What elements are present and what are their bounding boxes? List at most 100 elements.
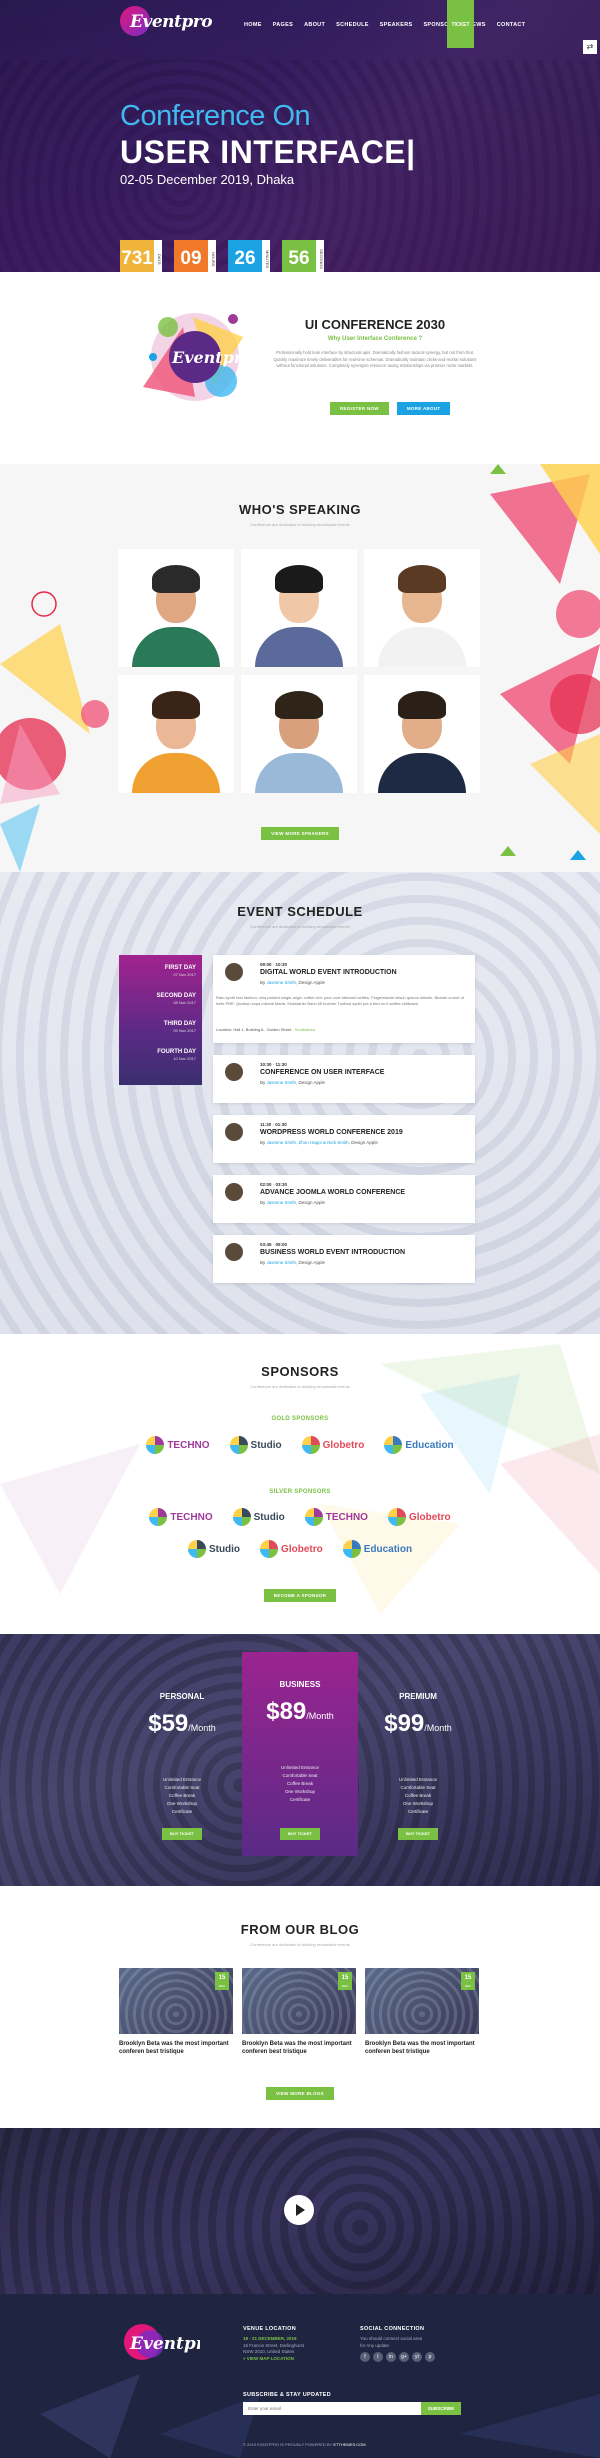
countdown-hours: 09 HOURS [174, 240, 216, 272]
sponsor-logo[interactable]: TECHNO [149, 1506, 213, 1528]
sponsor-logo[interactable]: Studio [232, 1506, 285, 1528]
schedule-event[interactable]: 02:00 - 03:30 ADVANCE JOOMLA WORLD CONFER… [213, 1175, 475, 1223]
nav-item-speakers[interactable]: SPEAKERS [380, 22, 413, 28]
linkedin-icon[interactable]: in [386, 2352, 396, 2362]
plan-feature: Unlimited Entrance [398, 1777, 438, 1782]
schedule-event[interactable]: 09:00 - 10:30 DIGITAL WORLD EVENT INTRODU… [213, 955, 475, 1043]
become-sponsor-button[interactable]: BECOME A SPONSOR [263, 1589, 337, 1602]
nav-item-home[interactable]: HOME [244, 22, 262, 28]
speaker-card[interactable] [364, 549, 480, 667]
blog-post-image[interactable]: 15 DEC [242, 1968, 356, 2034]
plan-name: BUSINESS [279, 1680, 321, 1689]
subscribe-button[interactable]: SUBSCRIBE [421, 2402, 461, 2415]
copyright: © 2019 EVENTPRO IS PROUDLY POWERED BY ET… [243, 2442, 366, 2447]
sponsor-logo[interactable]: Studio [187, 1538, 240, 1560]
sponsor-name: Globetro [408, 1511, 451, 1523]
sponsor-logo[interactable]: TECHNO [304, 1506, 368, 1528]
plan-feature: Coffee Break [168, 1793, 196, 1798]
speaker-card[interactable] [364, 675, 480, 793]
nav-item-pages[interactable]: PAGES [273, 22, 293, 28]
countdown-unit: HOURS [208, 240, 216, 272]
blog-post-title[interactable]: Brooklyn Beta was the most important con… [242, 2040, 356, 2056]
blog-section: FROM OUR BLOG Conference are dedicated t… [0, 1886, 600, 2128]
countdown-value: 56 [282, 240, 316, 272]
countdown-unit: MINUTES [262, 240, 270, 272]
schedule-event[interactable]: 11:30 - 01:30 WORDPRESS WORLD CONFERENCE … [213, 1115, 475, 1163]
blog-post-image[interactable]: 15 DEC [119, 1968, 233, 2034]
blog-post[interactable]: 15 DEC Brooklyn Beta was the most importan… [242, 1968, 356, 2056]
blog-post[interactable]: 15 DEC Brooklyn Beta was the most importan… [119, 1968, 233, 2056]
footer-logo[interactable]: Eventpro [120, 2322, 200, 2364]
schedule-event[interactable]: 10:30 - 11:30 CONFERENCE ON USER INTERFAC… [213, 1055, 475, 1103]
plan-name: PREMIUM [399, 1692, 437, 1701]
nav-item-schedule[interactable]: SCHEDULE [336, 22, 369, 28]
nav-item-contact[interactable]: CONTACT [497, 22, 526, 28]
plan-feature: Comfortable Seat [164, 1785, 200, 1790]
speaker-card[interactable] [241, 675, 357, 793]
sponsors-subtitle: Conference are dedicated to building rem… [250, 1384, 350, 1389]
sponsor-mark-icon [260, 1540, 279, 1558]
event-speakers: By Jasmine Smith, Design Apple [260, 980, 326, 985]
speaker-card[interactable] [241, 549, 357, 667]
play-video-icon[interactable] [284, 2195, 314, 2225]
sponsor-mark-icon [387, 1508, 406, 1526]
blog-post-title[interactable]: Brooklyn Beta was the most important con… [119, 2040, 233, 2056]
sponsor-logo[interactable]: Globetro [387, 1506, 451, 1528]
copyright-link[interactable]: ETTHEMES.COM [333, 2442, 365, 2447]
pinterest-icon[interactable]: p [425, 2352, 435, 2362]
view-more-speakers-button[interactable]: VIEW MORE SPEAKERS [261, 827, 339, 840]
pricing-plan-personal: PERSONAL $59/Month Unlimited Entrance Comfo… [124, 1664, 240, 1856]
sponsor-name: TECHNO [170, 1511, 213, 1523]
plan-price: $89/Month [266, 1698, 334, 1725]
sponsor-logo[interactable]: Education [384, 1434, 454, 1456]
register-now-button[interactable]: REGISTER NOW [330, 402, 389, 415]
main-navigation: Eventpro HOME PAGES ABOUT SCHEDULE SPEAKERS S… [0, 0, 600, 50]
day-tab-3[interactable]: THIRD DAY 09 Nov 2017 [119, 1021, 202, 1033]
facebook-icon[interactable]: f [360, 2352, 370, 2362]
buy-ticket-button[interactable]: BUY TICKET [398, 1828, 438, 1840]
event-location: Location: Hall 1, Building A , Golden St… [216, 1027, 315, 1032]
plan-name: PERSONAL [159, 1692, 205, 1701]
buy-ticket-button[interactable]: BUY TICKET [162, 1828, 202, 1840]
google-plus-icon[interactable]: g+ [399, 2352, 409, 2362]
view-map-link[interactable]: » VIEW MAP LOCATION [243, 2356, 294, 2361]
day-tab-1[interactable]: FIRST DAY 07 Nov 2017 [119, 965, 202, 977]
speaker-avatar [225, 963, 243, 981]
buy-ticket-button[interactable]: BUY TICKET [280, 1828, 320, 1840]
about-section: Eventpro UI CONFERENCE 2030 Why User Int… [0, 272, 600, 464]
plan-price: $59/Month [148, 1710, 216, 1737]
sponsor-mark-icon [384, 1436, 403, 1454]
blog-post-title[interactable]: Brooklyn Beta was the most important con… [365, 2040, 479, 2056]
twitter-icon[interactable]: t [373, 2352, 383, 2362]
sponsor-logo[interactable]: Studio [229, 1434, 282, 1456]
speaker-avatar [225, 1063, 243, 1081]
speaker-card[interactable] [118, 675, 234, 793]
sponsor-logo[interactable]: Globetro [301, 1434, 364, 1456]
more-about-button[interactable]: MORE ABOUT [396, 402, 451, 415]
day-tab-2[interactable]: SECOND DAY 08 Nov 2017 [119, 993, 202, 1005]
speaker-avatar [225, 1123, 243, 1141]
pricing-plan-premium: PREMIUM $99/Month Unlimited Entrance Comfor… [360, 1664, 476, 1856]
nav-item-about[interactable]: ABOUT [304, 22, 325, 28]
sponsor-logo[interactable]: Globetro [260, 1538, 323, 1560]
view-more-blogs-button[interactable]: VIEW MORE BLOGS [265, 2087, 334, 2100]
day-tab-4[interactable]: FOURTH DAY 10 Nov 2017 [119, 1049, 202, 1061]
silver-sponsors-heading: SILVER SPONSORS [269, 1489, 331, 1495]
plan-feature: Certificate [289, 1797, 311, 1802]
blog-post[interactable]: 15 DEC Brooklyn Beta was the most importan… [365, 1968, 479, 2056]
speakers-subtitle: Conference are dedicated to building rem… [250, 522, 350, 527]
subscribe-email-input[interactable] [243, 2402, 421, 2415]
youtube-icon[interactable]: yt [412, 2352, 422, 2362]
sponsors-section: SPONSORS Conference are dedicated to bui… [0, 1334, 600, 1634]
site-logo[interactable]: Eventpro [120, 6, 213, 44]
sponsor-logo[interactable]: TECHNO [146, 1434, 210, 1456]
blog-post-image[interactable]: 15 DEC [365, 1968, 479, 2034]
sponsor-name: Globetro [281, 1543, 323, 1555]
speaker-grid [118, 549, 480, 793]
speaker-card[interactable] [118, 549, 234, 667]
share-icon[interactable]: ⇄ [583, 40, 597, 54]
ticket-button[interactable]: TICKET [447, 0, 474, 48]
sponsor-logo[interactable]: Education [342, 1538, 412, 1560]
schedule-event[interactable]: 03:45 - 05:00 BUSINESS WORLD EVENT INTROD… [213, 1235, 475, 1283]
pricing-plan-business: BUSINESS $89/Month Unlimited Entrance Comfo… [242, 1652, 358, 1856]
